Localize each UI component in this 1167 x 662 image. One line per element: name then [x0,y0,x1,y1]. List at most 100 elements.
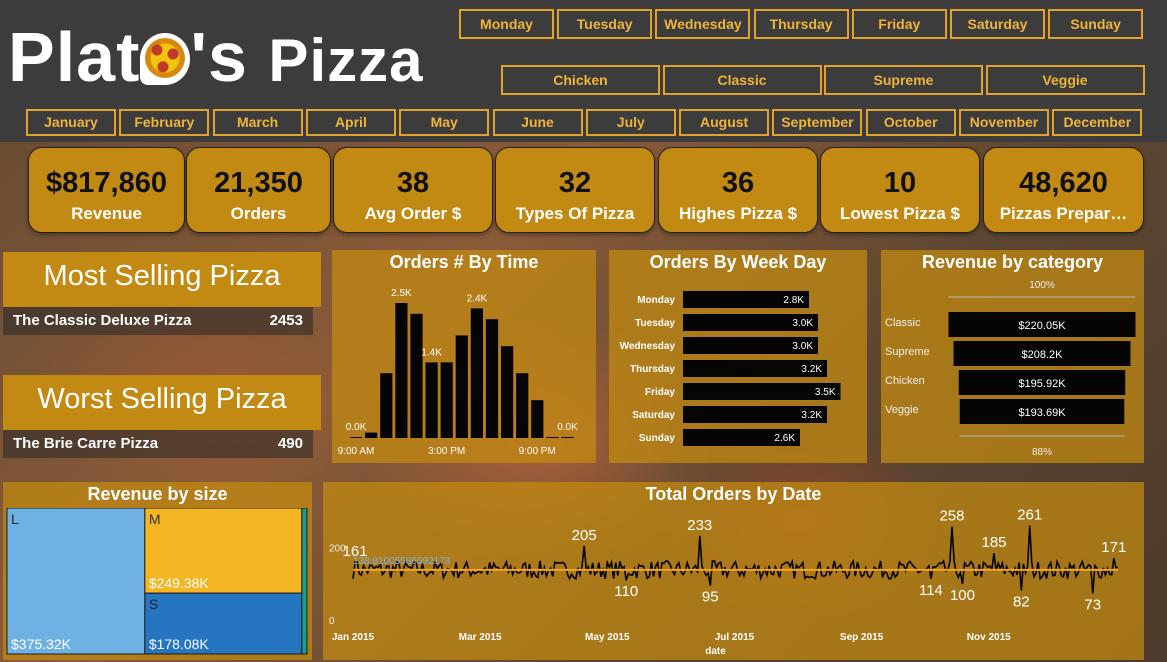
date-data-label: 73 [1084,597,1101,614]
kpi-card-pizzas-prepar-: 48,620 Pizzas Prepar… [983,147,1144,233]
weekday-axis-label: Thursday [630,364,675,375]
size-tile-xl[interactable] [301,508,308,655]
category-bar-label: $193.69K [1018,407,1066,419]
category-axis-label: Chicken [885,375,925,387]
weekday-bar-label: 3.2K [801,364,822,375]
date-data-label: 261 [1017,507,1042,524]
weekday-bar-label: 2.8K [783,295,804,306]
date-x-tick: Nov 2015 [967,632,1011,643]
category-slicer-item-supreme[interactable]: Supreme [824,65,983,95]
month-slicer-item-february[interactable]: February [119,109,210,136]
time-bar[interactable] [395,303,408,438]
time-bar-label: 2.5K [391,288,412,299]
weekday-slicer-item-saturday[interactable]: Saturday [950,9,1045,39]
orders-by-time-panel: Orders # By Time 0.0K 2.5K 1.4K 2.4K 0.0K 9:0… [332,250,596,463]
kpi-card-lowest-pizza-: 10 Lowest Pizza $ [820,147,980,233]
month-slicer-item-august[interactable]: August [679,109,770,136]
kpi-value: 21,350 [214,167,303,199]
date-x-axis-label: date [705,646,726,657]
time-bar[interactable] [350,437,363,438]
kpi-card-revenue: $817,860 Revenue [28,147,185,233]
kpi-value: $817,860 [46,167,167,199]
date-x-tick: Mar 2015 [459,632,502,643]
orders-by-date-title: Total Orders by Date [645,484,822,504]
time-bar[interactable] [425,362,438,438]
logo-text-pizza: Pizza [268,27,424,94]
revenue-by-category-title: Revenue by category [921,252,1104,272]
month-slicer-item-june[interactable]: June [492,109,583,136]
time-bar[interactable] [531,400,544,438]
month-slicer-item-january[interactable]: January [26,109,116,136]
month-slicer-item-december[interactable]: December [1052,109,1143,136]
time-bar-label: 2.4K [467,293,488,304]
weekday-bar-label: 2.6K [774,433,795,444]
weekday-slicer-item-sunday[interactable]: Sunday [1048,9,1144,39]
orders-by-date-panel: Total Orders by Date 0 200 Jan 2015 Mar 201… [323,482,1144,660]
weekday-slicer-item-monday[interactable]: Monday [459,9,554,39]
revenue-by-size-panel: Revenue by size L $375.32K M $249.38K S $178.… [3,482,312,660]
month-slicer-item-september[interactable]: September [772,109,863,136]
time-bar[interactable] [470,308,483,438]
category-bar-label: $208.2K [1022,349,1064,361]
kpi-label: Avg Order $ [364,204,462,223]
month-slicer-item-march[interactable]: March [212,109,303,136]
weekday-bar-label: 3.0K [792,341,813,352]
weekday-slicer-item-thursday[interactable]: Thursday [753,9,849,39]
time-bar[interactable] [546,437,559,438]
logo: Plat's Pizza [8,22,423,92]
revenue-by-category-chart: 100% Classic $220.05K Supreme $208.2K Chicken… [885,280,1136,458]
time-bar[interactable] [516,373,529,438]
month-slicer-item-may[interactable]: May [399,109,490,136]
month-slicer-item-november[interactable]: November [959,109,1049,136]
month-slicer-item-july[interactable]: July [585,109,676,136]
category-axis-label: Veggie [885,404,919,416]
orders-by-date-chart: 0200Jan 2015 Mar 2015 May 2015 Jul 2015 Sep … [329,507,1126,657]
size-tile-value: $249.38K [149,575,210,591]
month-slicer-item-april[interactable]: April [305,109,396,136]
size-tile-name: L [11,511,19,527]
time-bar[interactable] [410,313,423,438]
date-x-tick: Jan 2015 [332,632,375,643]
time-bar[interactable] [455,335,468,438]
orders-by-time-chart: 0.0K 2.5K 1.4K 2.4K 0.0K 9:00 AM 3:00 PM 9:00 P… [338,288,578,457]
date-x-tick: Sep 2015 [840,632,884,643]
time-bar[interactable] [380,373,393,438]
date-data-label: 161 [343,543,368,560]
date-y-tick: 0 [329,616,335,627]
orders-by-weekday-panel: Orders By Week Day Monday 2.8K Tuesday 3.0K… [609,250,867,463]
time-bar[interactable] [440,362,453,438]
revenue-by-size-chart: L $375.32K M $249.38K S $178.08K [6,508,308,655]
category-slicer-item-chicken[interactable]: Chicken [501,65,660,95]
kpi-label: Orders [230,204,287,223]
time-bar-label: 1.4K [421,347,442,358]
weekday-axis-label: Sunday [639,433,676,444]
time-bar[interactable] [485,319,499,438]
kpi-label: Revenue [71,204,142,223]
revenue-by-size-title: Revenue by size [87,484,228,504]
time-bar-label: 0.0K [346,422,367,433]
time-bar[interactable] [561,437,574,438]
weekday-slicer-item-tuesday[interactable]: Tuesday [557,9,653,39]
kpi-card-highes-pizza-: 36 Highes Pizza $ [658,147,818,233]
time-bar[interactable] [365,432,378,438]
size-tile-l[interactable] [6,508,146,655]
weekday-axis-label: Monday [637,295,675,306]
weekday-slicer-item-friday[interactable]: Friday [851,9,947,39]
category-slicer-item-veggie[interactable]: Veggie [985,65,1145,95]
time-bar-label: 0.0K [557,422,578,433]
category-slicer-item-classic[interactable]: Classic [662,65,822,95]
weekday-axis-label: Saturday [632,410,675,421]
weekday-slicer-item-wednesday[interactable]: Wednesday [655,9,751,39]
weekday-axis-label: Friday [645,387,675,398]
most-selling-pizza-name: The Classic Deluxe Pizza [13,312,192,329]
category-bar-label: $195.92K [1018,378,1066,390]
size-tile-value: $375.32K [11,636,72,652]
time-bar[interactable] [501,346,514,438]
date-data-label: 100 [950,587,975,604]
date-data-label: 110 [614,583,638,600]
worst-selling-row: The Brie Carre Pizza 490 [3,430,313,458]
month-slicer-item-october[interactable]: October [865,109,956,136]
most-selling-pizza-count: 2453 [269,312,303,329]
weekday-axis-label: Wednesday [620,341,676,352]
revenue-by-category-panel: Revenue by category 100% Classic $220.05K S… [881,250,1144,463]
